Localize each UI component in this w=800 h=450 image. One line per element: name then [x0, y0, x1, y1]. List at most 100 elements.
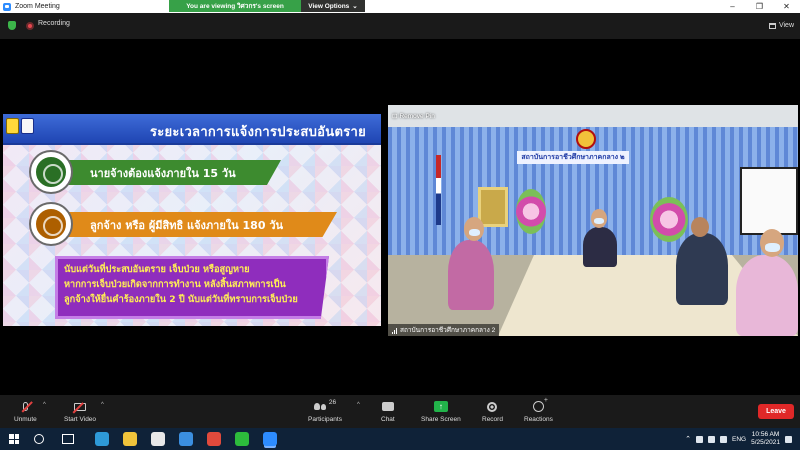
- unmute-button[interactable]: Unmute: [14, 399, 37, 423]
- line-icon[interactable]: [235, 432, 249, 446]
- record-icon: [487, 401, 498, 412]
- store-icon[interactable]: [151, 432, 165, 446]
- start-video-label: Start Video: [64, 416, 97, 423]
- video-room-banner: สถาบันการอาชีวศึกษาภาคกลาง ๒: [517, 151, 629, 164]
- participants-label: Participants: [308, 416, 342, 423]
- close-button[interactable]: ✕: [773, 0, 800, 13]
- participants-button[interactable]: 26 Participants: [308, 399, 342, 423]
- view-label: View: [778, 22, 794, 29]
- shared-screen-slide: ระยะเวลาการแจ้งการประสบอันตราย นายจ้างต้…: [3, 114, 381, 326]
- zoom-icon[interactable]: [263, 432, 277, 446]
- participants-caret-icon[interactable]: ^: [357, 402, 360, 408]
- remove-pin-button[interactable]: ⊡ Remove Pin: [392, 112, 435, 121]
- audio-options-caret-icon[interactable]: ^: [43, 402, 46, 408]
- view-button[interactable]: View: [768, 19, 794, 32]
- view-options-label: View Options: [308, 2, 350, 10]
- network-icon[interactable]: [707, 435, 715, 443]
- share-screen-button[interactable]: ↑ Share Screen: [421, 399, 461, 423]
- green-circle-icon: [31, 152, 71, 192]
- maximize-button[interactable]: ❐: [746, 0, 773, 13]
- share-screen-icon: ↑: [433, 401, 448, 412]
- employee-deadline-bar: ลูกจ้าง หรือ ผู้มีสิทธิ แจ้งภายใน 180 วั…: [47, 212, 337, 237]
- record-button[interactable]: Record: [482, 399, 503, 423]
- unmute-label: Unmute: [14, 416, 37, 423]
- video-off-icon: [72, 401, 87, 413]
- reactions-label: Reactions: [524, 416, 553, 423]
- whiteboard-screen: [740, 167, 798, 235]
- face-mask: [469, 229, 480, 236]
- thai-flag-icon: [436, 155, 441, 225]
- microphone-tray-icon[interactable]: [695, 435, 703, 443]
- remove-pin-label: Remove Pin: [399, 112, 435, 120]
- pin-icon: ⊡: [392, 113, 398, 120]
- slide-header: ระยะเวลาการแจ้งการประสบอันตราย: [3, 114, 381, 145]
- start-video-button[interactable]: Start Video: [64, 399, 96, 423]
- record-label: Record: [482, 416, 503, 423]
- zoom-logo-icon: [3, 2, 11, 11]
- task-view-icon[interactable]: [62, 434, 74, 444]
- chat-button[interactable]: Chat: [381, 399, 395, 423]
- slide-note-line: นับแต่วันที่ประสบอันตราย เจ็บป่วย หรือสู…: [64, 264, 250, 275]
- edge-icon[interactable]: [95, 432, 109, 446]
- system-tray: ⌃ ENG 10:56 AM 5/25/2021: [685, 431, 792, 447]
- microphone-muted-icon: [21, 401, 33, 413]
- ministry-logo-icon: [21, 118, 34, 134]
- participants-icon: [313, 403, 326, 410]
- org-logo-icon: [6, 118, 19, 134]
- chevron-down-icon: ⌄: [352, 3, 358, 10]
- slide-title: ระยะเวลาการแจ้งการประสบอันตราย: [149, 125, 367, 140]
- windows-taskbar: ⌃ ENG 10:56 AM 5/25/2021: [0, 428, 800, 450]
- flower-arrangement: [650, 197, 688, 242]
- clock-time: 10:56 AM: [751, 431, 780, 438]
- language-indicator[interactable]: ENG: [732, 436, 746, 443]
- share-screen-label: Share Screen: [421, 416, 461, 423]
- institute-seal-icon: [576, 129, 596, 149]
- viewing-screen-label: You are viewing วิศวกร's screen: [169, 0, 301, 12]
- recording-icon: [26, 22, 34, 30]
- slide-logos: [6, 118, 34, 134]
- employer-deadline-text: นายจ้างต้องแจ้งภายใน 15 วัน: [90, 166, 236, 180]
- window-controls: – ❐ ✕: [719, 0, 800, 13]
- chrome-icon[interactable]: [207, 432, 221, 446]
- reactions-button[interactable]: Reactions: [524, 397, 553, 423]
- leave-button[interactable]: Leave: [758, 404, 794, 419]
- reactions-icon: [532, 397, 548, 412]
- pinned-video-tile[interactable]: สถาบันการอาชีวศึกษาภาคกลาง ๒ ⊡ Remove Pi…: [388, 105, 798, 336]
- security-shield-icon[interactable]: [8, 21, 16, 30]
- chat-icon: [381, 402, 394, 411]
- participant-person: [736, 255, 798, 336]
- video-options-caret-icon[interactable]: ^: [101, 402, 104, 408]
- view-options-button[interactable]: View Options ⌄: [301, 0, 365, 12]
- system-clock[interactable]: 10:56 AM 5/25/2021: [751, 431, 780, 447]
- participant-person: [448, 240, 494, 310]
- screen-share-banner: You are viewing วิศวกร's screen View Opt…: [169, 0, 365, 12]
- participant-name-bar: สถาบันการอาชีวศึกษาภาคกลาง 2: [388, 324, 500, 336]
- orange-circle-icon: [31, 204, 71, 244]
- mail-icon[interactable]: [179, 432, 193, 446]
- slide-note-line: ลูกจ้างให้ยื่นคำร้องภายใน 2 ปี นับแต่วัน…: [64, 294, 298, 305]
- search-icon[interactable]: [34, 434, 44, 444]
- chat-label: Chat: [381, 416, 395, 423]
- slide-note-box: นับแต่วันที่ประสบอันตราย เจ็บป่วย หรือสู…: [55, 256, 329, 319]
- participant-person: [676, 233, 728, 305]
- volume-icon[interactable]: [719, 435, 727, 443]
- participant-person: [583, 227, 617, 267]
- slide-note-line: หากการเจ็บป่วยเกิดจากการทำงาน หลังสิ้นสภ…: [64, 279, 286, 290]
- minimize-button[interactable]: –: [719, 0, 746, 13]
- flower-arrangement: [516, 189, 546, 234]
- gallery-view-icon: [768, 22, 776, 29]
- window-titlebar: Zoom Meeting – ❐ ✕: [0, 0, 800, 13]
- start-menu-icon[interactable]: [9, 434, 19, 444]
- employee-deadline-text: ลูกจ้าง หรือ ผู้มีสิทธิ แจ้งภายใน 180 วั…: [90, 218, 284, 232]
- signal-strength-icon: [392, 327, 397, 334]
- video-ceiling: [388, 105, 798, 127]
- tray-chevron-icon[interactable]: ⌃: [685, 435, 691, 443]
- participant-count: 26: [328, 399, 337, 406]
- file-explorer-icon[interactable]: [123, 432, 137, 446]
- meeting-toolbar: Unmute ^ Start Video ^ 26 Participants ^…: [0, 395, 800, 428]
- window-title: Zoom Meeting: [15, 3, 60, 10]
- participant-head: [691, 217, 709, 237]
- clock-date: 5/25/2021: [751, 439, 780, 446]
- zoom-window: Zoom Meeting – ❐ ✕ You are viewing วิศวก…: [0, 0, 800, 450]
- notifications-icon[interactable]: [785, 435, 792, 443]
